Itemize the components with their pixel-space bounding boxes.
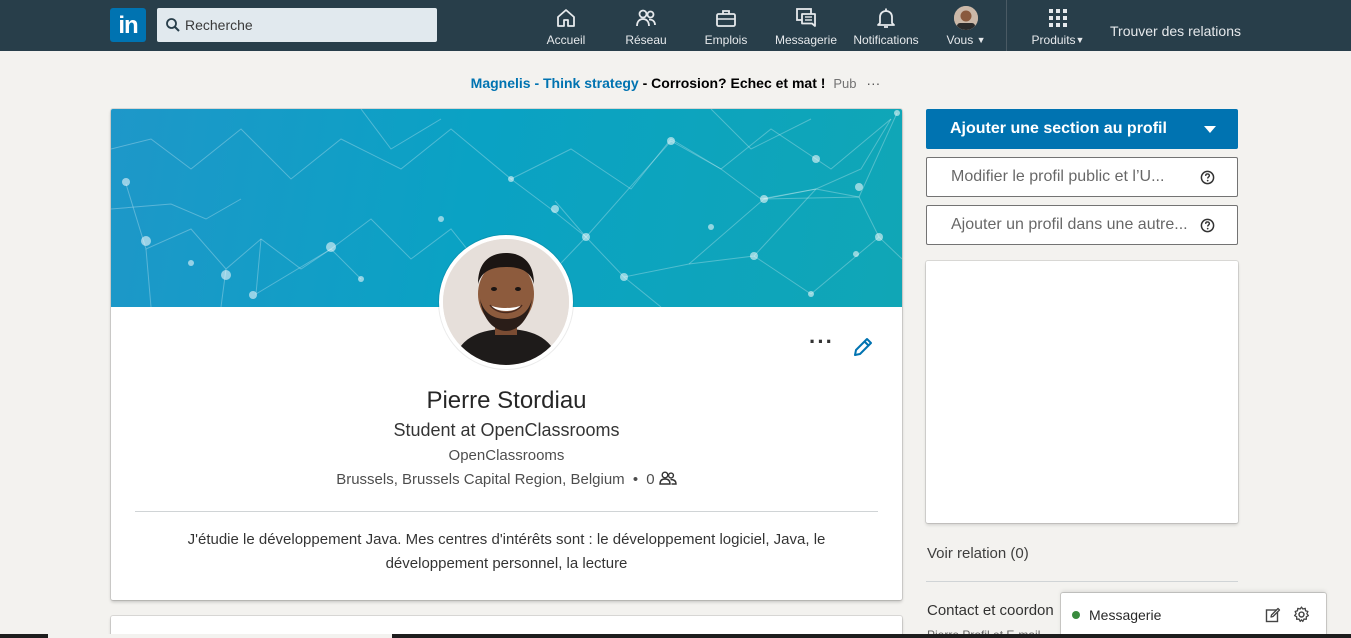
connections-icon[interactable] [659, 471, 677, 485]
search-input[interactable] [185, 8, 431, 42]
profile-card: ··· Pierre Stordiau Student at OpenClass… [111, 109, 902, 600]
messaging-icon [796, 8, 816, 27]
nav-network-label: Réseau [625, 33, 667, 47]
sponsored-ad-line: Magnelis - Think strategy - Corrosion? E… [0, 75, 1351, 91]
grid-icon [1049, 9, 1067, 27]
pencil-icon[interactable] [851, 335, 875, 359]
gear-icon[interactable] [1293, 606, 1310, 623]
ad-separator: - [638, 75, 652, 91]
network-icon [636, 9, 656, 27]
profile-photo[interactable] [439, 235, 573, 369]
nav-home-label: Accueil [546, 33, 586, 47]
nav-me[interactable]: Vous ▼ [940, 6, 992, 50]
messaging-dock-label[interactable]: Messagerie [1089, 607, 1161, 623]
add-language-profile-label: Ajouter un profil dans une autre... [951, 216, 1188, 233]
linkedin-logo[interactable]: in [110, 8, 146, 42]
add-profile-section-label: Ajouter une section au profil [950, 120, 1167, 137]
nav-messaging-label: Messagerie [774, 33, 838, 47]
edit-public-profile-button[interactable]: Modifier le profil public et l’U... [926, 157, 1238, 197]
search-icon [166, 18, 180, 32]
ad-brand-link[interactable]: Magnelis - Think strategy [471, 75, 639, 91]
search-box[interactable] [157, 8, 437, 42]
messaging-dock[interactable]: Messagerie [1061, 593, 1326, 638]
online-status-dot [1072, 611, 1080, 619]
sidebar-ad-box [926, 261, 1238, 523]
profile-location-row: Brussels, Brussels Capital Region, Belgi… [111, 471, 902, 488]
add-profile-section-button[interactable]: Ajouter une section au profil [926, 109, 1238, 149]
profile-more-button[interactable]: ··· [809, 331, 835, 357]
home-icon [557, 9, 575, 27]
caret-down-icon: ▼ [1075, 35, 1085, 45]
help-icon[interactable] [1200, 170, 1215, 185]
ad-more-button[interactable]: ··· [866, 75, 880, 91]
nav-home[interactable]: Accueil [540, 6, 592, 50]
top-navigation-bar: in Accueil Réseau Emplois Messagerie Not… [0, 0, 1351, 51]
bullet-separator: • [632, 471, 639, 488]
connections-count[interactable]: 0 [646, 471, 654, 488]
ad-pub-label: Pub [833, 76, 857, 91]
profile-summary: J'étudie le développement Java. Mes cent… [187, 531, 826, 572]
nav-network[interactable]: Réseau [620, 6, 672, 50]
nav-products-label: Produits▼ [1031, 33, 1085, 47]
see-connections-link[interactable]: Voir relation (0) [927, 545, 1029, 562]
contact-info-heading[interactable]: Contact et coordon [927, 602, 1054, 619]
profile-divider [135, 511, 878, 512]
briefcase-icon [716, 10, 736, 27]
find-connections-link[interactable]: Trouver des relations [1110, 23, 1241, 39]
nav-notifications[interactable]: Notifications [850, 6, 922, 50]
nav-me-label: Vous ▼ [946, 33, 986, 47]
nav-divider [1006, 0, 1007, 51]
profile-name: Pierre Stordiau [426, 387, 587, 414]
edit-public-profile-label: Modifier le profil public et l’U... [951, 168, 1165, 185]
profile-company[interactable]: OpenClassrooms [111, 447, 902, 464]
caret-down-icon [1204, 126, 1216, 133]
bottom-edge-gap [48, 634, 392, 638]
avatar [954, 6, 978, 30]
bell-icon [877, 8, 895, 28]
nav-jobs[interactable]: Emplois [700, 6, 752, 50]
help-icon[interactable] [1200, 218, 1215, 233]
nav-products[interactable]: Produits▼ [1028, 6, 1088, 50]
compose-icon[interactable] [1265, 607, 1281, 623]
add-language-profile-button[interactable]: Ajouter un profil dans une autre... [926, 205, 1238, 245]
nav-notifications-label: Notifications [853, 33, 919, 47]
caret-down-icon: ▼ [976, 35, 986, 45]
sidebar-divider [926, 581, 1238, 582]
ad-title-link[interactable]: Corrosion? Echec et mat ! [651, 75, 825, 91]
nav-messaging[interactable]: Messagerie [772, 6, 840, 50]
bottom-edge [0, 634, 1351, 638]
nav-jobs-label: Emplois [704, 33, 748, 47]
profile-location: Brussels, Brussels Capital Region, Belgi… [336, 471, 625, 488]
profile-headline: Student at OpenClassrooms [393, 420, 620, 440]
